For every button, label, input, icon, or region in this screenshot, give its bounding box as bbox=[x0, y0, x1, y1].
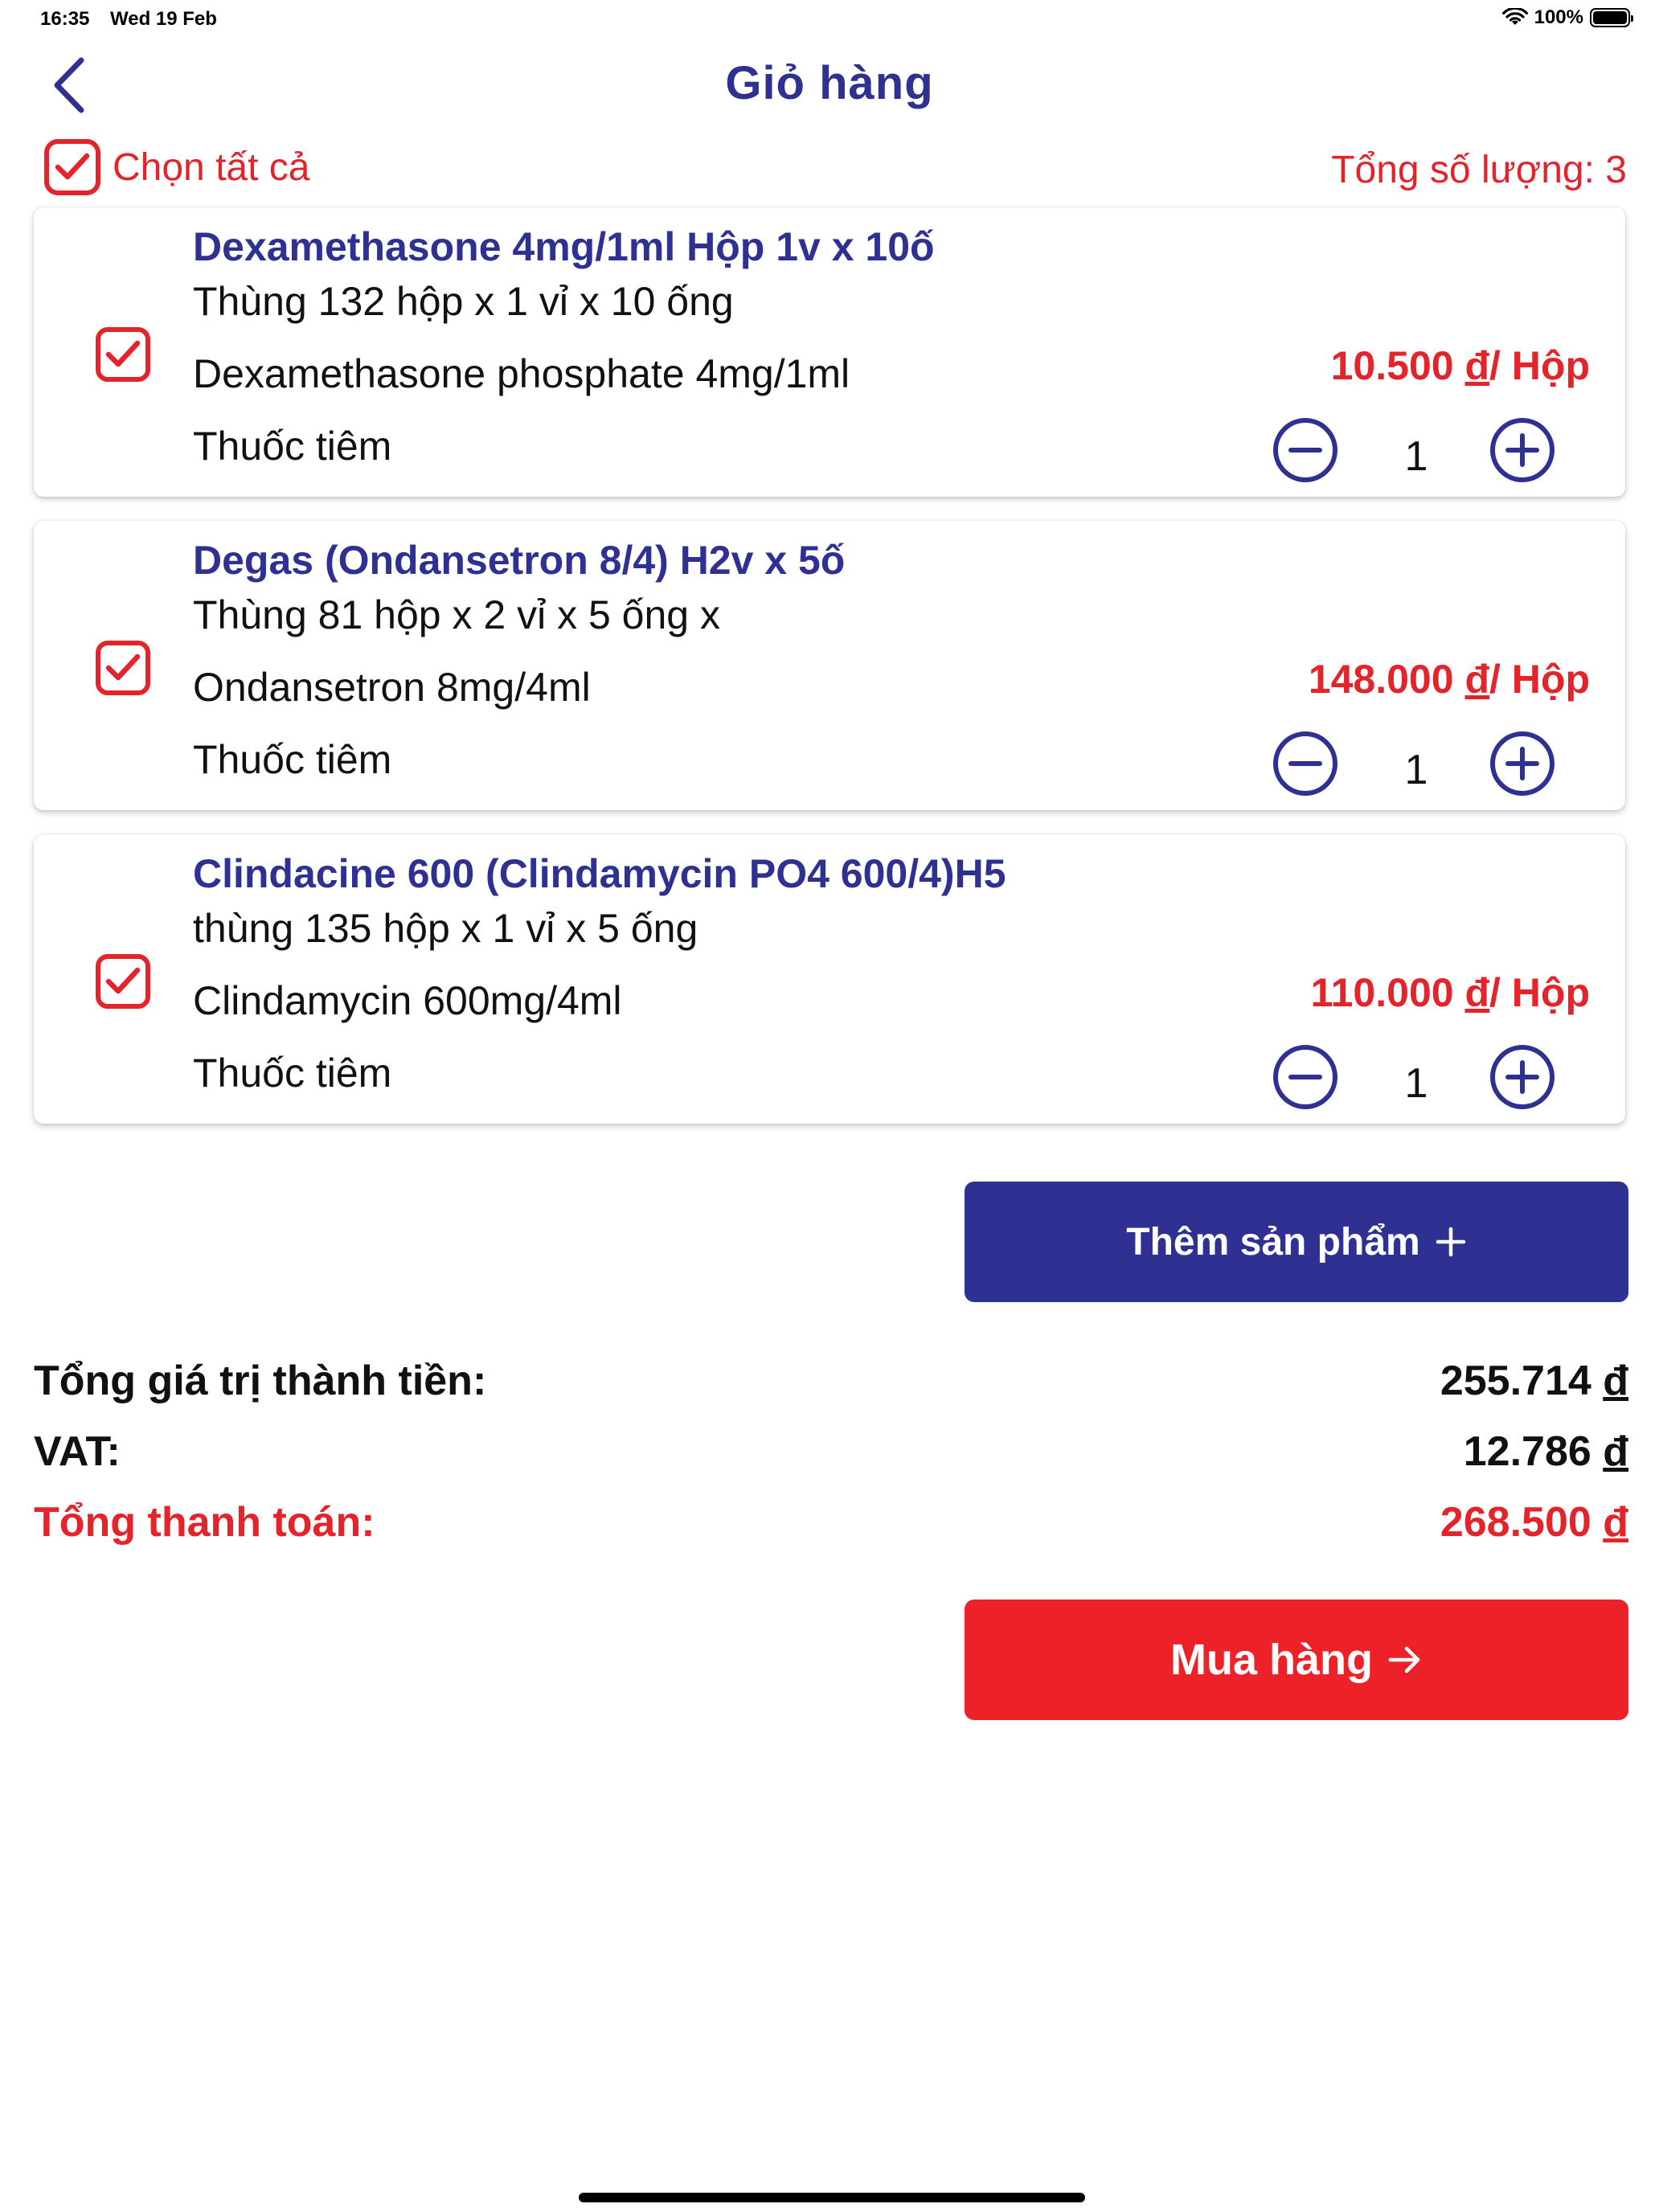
minus-circle-icon[interactable] bbox=[1272, 730, 1339, 797]
total-row: Tổng thanh toán: 268.500 đ bbox=[34, 1498, 1628, 1546]
quantity-value: 1 bbox=[1404, 1060, 1428, 1107]
vat-value: 12.786 bbox=[1463, 1428, 1591, 1475]
price-unit: / Hộp bbox=[1489, 657, 1590, 702]
wifi-icon bbox=[1501, 8, 1528, 25]
item-category: Thuốc tiêm bbox=[193, 1051, 392, 1096]
total-currency: đ bbox=[1603, 1499, 1628, 1546]
cart-item: Clindacine 600 (Clindamycin PO4 600/4)H5… bbox=[34, 834, 1625, 1124]
price-value: 10.500 bbox=[1330, 343, 1454, 388]
status-time: 16:35 bbox=[40, 8, 90, 30]
vat-amount: 12.786 đ bbox=[1464, 1428, 1628, 1476]
subtotal-label: Tổng giá trị thành tiền: bbox=[34, 1358, 487, 1404]
item-packaging: Thùng 132 hộp x 1 vỉ x 10 ống bbox=[193, 279, 734, 324]
vat-label: VAT: bbox=[34, 1428, 121, 1475]
item-category: Thuốc tiêm bbox=[193, 737, 392, 782]
plus-circle-icon[interactable] bbox=[1489, 730, 1556, 797]
quantity-value: 1 bbox=[1404, 747, 1428, 793]
checkbox-checked-icon bbox=[44, 139, 100, 195]
cart-item: Dexamethasone 4mg/1ml Hộp 1v x 10ố Thùng… bbox=[34, 207, 1625, 497]
home-indicator[interactable] bbox=[579, 2193, 1085, 2202]
subtotal-row: Tổng giá trị thành tiền: 255.714 đ bbox=[34, 1357, 1628, 1405]
minus-circle-icon[interactable] bbox=[1272, 416, 1339, 484]
item-packaging: Thùng 81 hộp x 2 vỉ x 5 ống x bbox=[193, 592, 720, 637]
item-name[interactable]: Dexamethasone 4mg/1ml Hộp 1v x 10ố bbox=[193, 223, 935, 270]
item-category: Thuốc tiêm bbox=[193, 424, 392, 469]
buy-button[interactable]: Mua hàng bbox=[965, 1600, 1628, 1720]
price-value: 148.000 bbox=[1308, 657, 1454, 702]
item-checkbox-icon[interactable] bbox=[95, 953, 151, 1010]
buy-label: Mua hàng bbox=[1170, 1636, 1373, 1684]
item-ingredient: Ondansetron 8mg/4ml bbox=[193, 665, 591, 710]
item-price: 10.500 đ/ Hộp bbox=[1331, 342, 1590, 389]
add-product-button[interactable]: Thêm sản phẩm bbox=[965, 1182, 1628, 1302]
minus-circle-icon[interactable] bbox=[1272, 1043, 1339, 1111]
price-currency: đ bbox=[1464, 657, 1490, 702]
status-indicators: 100% bbox=[1501, 6, 1633, 29]
page-title: Giỏ hàng bbox=[725, 57, 934, 109]
plus-circle-icon[interactable] bbox=[1489, 1043, 1556, 1111]
item-ingredient: Dexamethasone phosphate 4mg/1ml bbox=[193, 351, 850, 396]
subtotal-currency: đ bbox=[1603, 1358, 1628, 1404]
cart-item: Degas (Ondansetron 8/4) H2v x 5ố Thùng 8… bbox=[34, 521, 1625, 810]
price-value: 110.000 bbox=[1310, 970, 1454, 1015]
total-label: Tổng thanh toán: bbox=[34, 1499, 375, 1546]
item-price: 148.000 đ/ Hộp bbox=[1309, 656, 1590, 703]
quantity-value: 1 bbox=[1404, 433, 1428, 480]
total-value: 268.500 bbox=[1440, 1499, 1591, 1546]
vat-currency: đ bbox=[1603, 1428, 1628, 1475]
item-name[interactable]: Degas (Ondansetron 8/4) H2v x 5ố bbox=[193, 537, 845, 584]
battery-percent: 100% bbox=[1534, 6, 1583, 28]
select-all-checkbox[interactable]: Chọn tất cả bbox=[43, 138, 309, 196]
plus-icon bbox=[1436, 1227, 1465, 1257]
item-name[interactable]: Clindacine 600 (Clindamycin PO4 600/4)H5 bbox=[193, 850, 1006, 897]
subtotal-value: 255.714 bbox=[1440, 1358, 1591, 1404]
plus-circle-icon[interactable] bbox=[1489, 416, 1556, 484]
battery-icon bbox=[1590, 8, 1633, 27]
item-checkbox-icon[interactable] bbox=[95, 326, 151, 383]
subtotal-amount: 255.714 đ bbox=[1440, 1357, 1628, 1405]
status-bar: 16:35 Wed 19 Feb 100% bbox=[0, 0, 1659, 39]
price-currency: đ bbox=[1464, 970, 1490, 1015]
item-checkbox-icon[interactable] bbox=[95, 640, 151, 696]
total-amount: 268.500 đ bbox=[1440, 1498, 1628, 1546]
item-price: 110.000 đ/ Hộp bbox=[1311, 969, 1590, 1016]
item-packaging: thùng 135 hộp x 1 vỉ x 5 ống bbox=[193, 906, 698, 951]
add-product-label: Thêm sản phẩm bbox=[1126, 1220, 1420, 1264]
price-unit: / Hộp bbox=[1489, 343, 1590, 388]
select-all-label: Chọn tất cả bbox=[113, 145, 310, 189]
arrow-right-icon bbox=[1388, 1646, 1420, 1673]
price-unit: / Hộp bbox=[1489, 970, 1590, 1015]
total-quantity: Tổng số lượng: 3 bbox=[1331, 149, 1627, 191]
item-ingredient: Clindamycin 600mg/4ml bbox=[193, 978, 622, 1023]
status-date: Wed 19 Feb bbox=[110, 8, 217, 30]
price-currency: đ bbox=[1464, 343, 1490, 388]
vat-row: VAT: 12.786 đ bbox=[34, 1428, 1628, 1476]
